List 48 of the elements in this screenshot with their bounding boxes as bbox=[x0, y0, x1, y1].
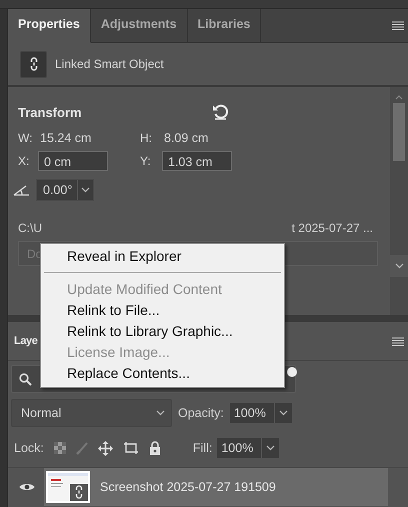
layer-type-label: Linked Smart Object bbox=[55, 57, 164, 71]
checkerboard-icon[interactable] bbox=[54, 442, 66, 454]
menu-item[interactable]: Relink to File... bbox=[41, 300, 284, 321]
lock-label: Lock: bbox=[14, 441, 44, 455]
width-value: 15.24 cm bbox=[39, 131, 92, 145]
field-label: H: bbox=[140, 131, 153, 145]
field-label: W: bbox=[18, 131, 34, 145]
angle-field[interactable]: 0.00° bbox=[36, 179, 94, 201]
fill-field[interactable]: 100% bbox=[217, 438, 280, 458]
move-icon[interactable] bbox=[98, 440, 113, 456]
input-field[interactable]: 0 cm bbox=[38, 151, 108, 171]
field-label: Y: bbox=[140, 154, 152, 168]
input-field[interactable]: 1.03 cm bbox=[162, 151, 232, 171]
menu-icon[interactable] bbox=[392, 336, 404, 346]
height-value: 8.09 cm bbox=[163, 131, 210, 145]
lock-icon[interactable] bbox=[148, 441, 161, 455]
dropdown-button[interactable] bbox=[390, 255, 408, 277]
chevron-icon bbox=[156, 410, 165, 416]
menu-item[interactable]: Relink to Library Graphic... bbox=[41, 321, 284, 342]
panel-tab[interactable]: Properties bbox=[8, 9, 91, 43]
scrollbar-thumb[interactable] bbox=[393, 103, 405, 161]
file-path: t 2025-07-27 ... bbox=[292, 221, 373, 235]
reset-icon[interactable] bbox=[212, 104, 229, 120]
filter-toggle[interactable] bbox=[287, 367, 297, 377]
chevron-icon bbox=[278, 410, 288, 416]
search-icon bbox=[19, 372, 32, 386]
opacity-field[interactable]: 100% bbox=[230, 403, 292, 423]
menu-item[interactable]: Replace Contents... bbox=[41, 363, 284, 384]
crop-icon[interactable] bbox=[122, 441, 139, 455]
file-path: C:\U bbox=[18, 221, 42, 235]
panel-tab[interactable]: Laye bbox=[14, 335, 38, 347]
chevron-icon bbox=[81, 187, 90, 193]
menu-item[interactable]: Reveal in Explorer bbox=[41, 246, 284, 267]
menu-icon[interactable] bbox=[392, 21, 404, 30]
layer-name: Screenshot 2025-07-27 191509 bbox=[100, 480, 276, 494]
field-label: X: bbox=[18, 154, 30, 168]
blend-mode-dropdown[interactable]: Normal bbox=[11, 399, 172, 427]
chevron-icon bbox=[394, 263, 404, 269]
link-icon bbox=[28, 57, 38, 71]
chevron-icon bbox=[266, 445, 276, 451]
angle-icon bbox=[13, 184, 30, 196]
fill-label: Fill: bbox=[192, 441, 212, 455]
section-title: Transform bbox=[18, 104, 82, 120]
layer-thumbnail bbox=[46, 471, 90, 503]
layer-row[interactable]: Screenshot 2025-07-27 191509 bbox=[8, 467, 408, 506]
scroll-up-icon[interactable] bbox=[395, 95, 403, 100]
opacity-label: Opacity: bbox=[178, 406, 224, 420]
eye-icon[interactable] bbox=[19, 482, 35, 492]
